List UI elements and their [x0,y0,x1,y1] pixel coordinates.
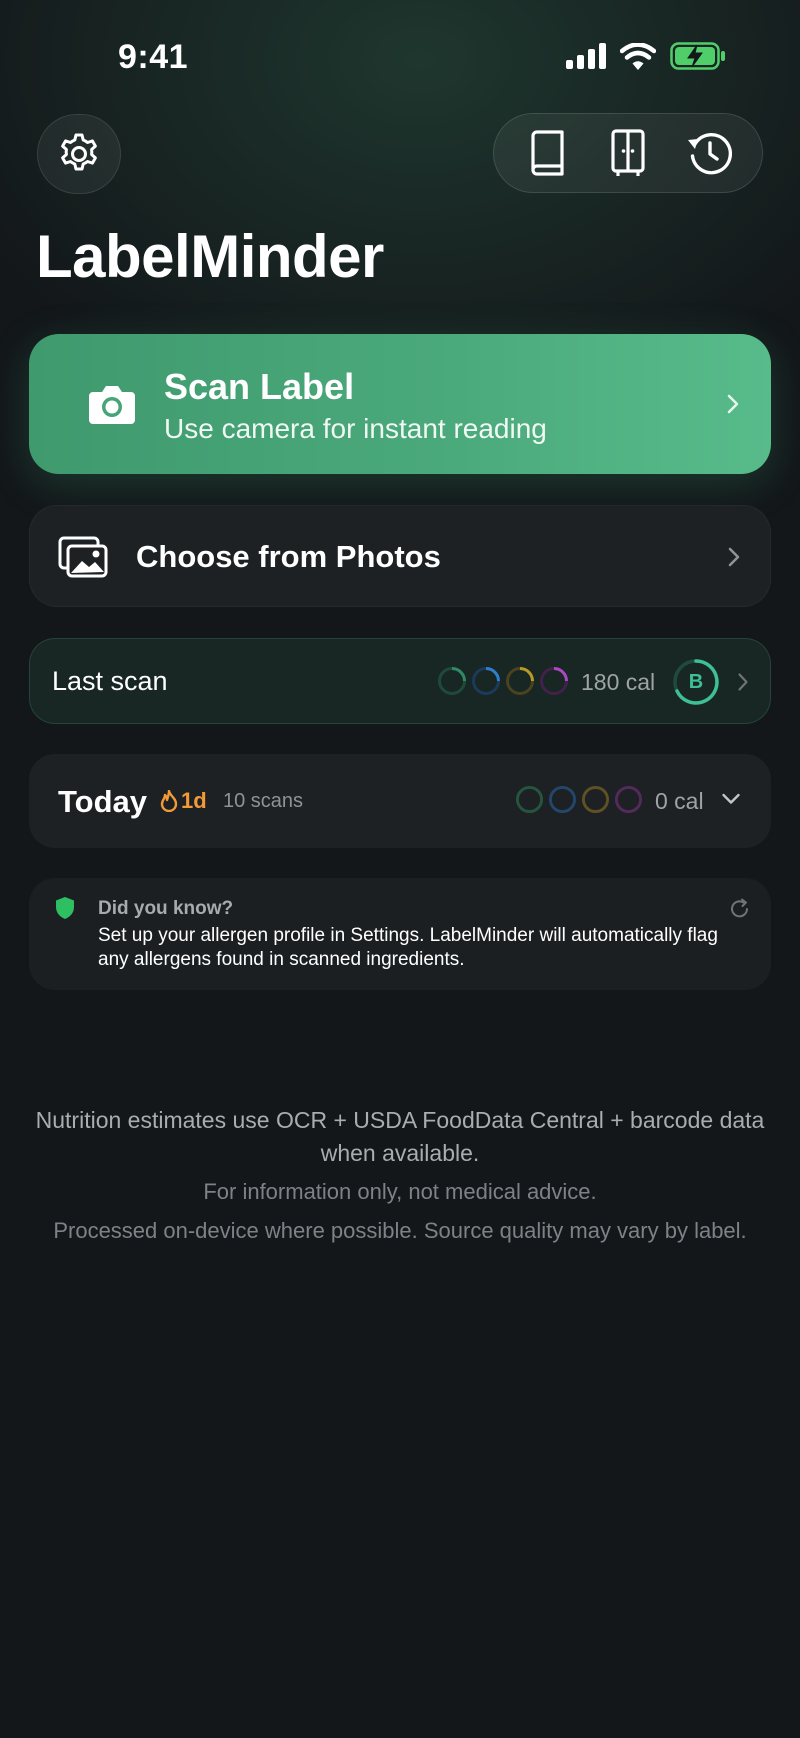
settings-button[interactable] [37,114,121,194]
chevron-right-icon [738,673,748,691]
tip-card: Did you know? Set up your allergen profi… [29,878,771,990]
macro-ring-yellow [581,785,610,814]
app-title: LabelMinder [36,223,384,290]
macro-rings [437,666,569,696]
gear-icon [61,133,97,171]
cabinet-icon [611,129,645,176]
pantry-button[interactable] [596,121,660,185]
scan-label-button[interactable]: Scan Label Use camera for instant readin… [29,334,771,474]
today-label: Today [58,784,147,819]
today-calories: 0 cal [655,788,704,814]
macro-ring-green [515,785,544,814]
photos-icon [58,536,108,578]
wifi-icon [620,42,656,70]
macro-ring-purple [540,667,568,695]
book-icon [531,130,564,176]
footer-disclaimer: Nutrition estimates use OCR + USDA FoodD… [30,1104,770,1247]
chevron-right-icon [728,547,740,567]
choose-photos-title: Choose from Photos [136,539,441,574]
last-scan-card[interactable]: Last scan 180 cal B [29,638,771,724]
history-icon [688,133,733,175]
streak-count: 1d [181,788,207,813]
footer-source-note: Nutrition estimates use OCR + USDA FoodD… [35,1107,765,1166]
chevron-right-icon [727,394,739,414]
choose-photos-button[interactable]: Choose from Photos [29,505,771,607]
chevron-down-icon[interactable] [721,792,741,806]
macro-ring-blue [472,667,500,695]
history-button[interactable] [677,121,741,185]
macro-ring-purple [614,785,643,814]
scan-label-title: Scan Label [164,366,355,407]
macro-ring-green [438,667,466,695]
macro-ring-yellow [506,667,534,695]
status-bar: 9:41 [0,0,800,110]
tip-heading: Did you know? [98,898,234,919]
footer-privacy-note: Processed on-device where possible. Sour… [53,1218,747,1243]
today-macro-rings [515,785,643,814]
streak-badge: 1d [160,788,207,814]
last-scan-calories: 180 cal [581,669,656,695]
footer-medical-note: For information only, not medical advice… [203,1179,597,1204]
status-time: 9:41 [118,38,189,76]
grade-badge: B [688,671,704,693]
last-scan-label: Last scan [52,666,168,696]
library-button[interactable] [515,121,579,185]
today-scan-count: 10 scans [223,790,304,812]
scan-label-subtitle: Use camera for instant reading [164,413,547,444]
battery-charging-icon [670,42,725,70]
today-summary-card[interactable]: Today 1d 10 scans 0 cal [29,754,771,848]
flame-icon [160,790,178,812]
cellular-signal-icon [566,43,606,69]
top-actions-group [493,113,763,193]
status-icons [566,42,726,70]
camera-icon [89,386,135,424]
tip-body: Set up your allergen profile in Settings… [98,925,718,970]
macro-ring-blue [548,785,577,814]
refresh-icon[interactable] [729,898,751,920]
shield-icon [56,897,74,919]
